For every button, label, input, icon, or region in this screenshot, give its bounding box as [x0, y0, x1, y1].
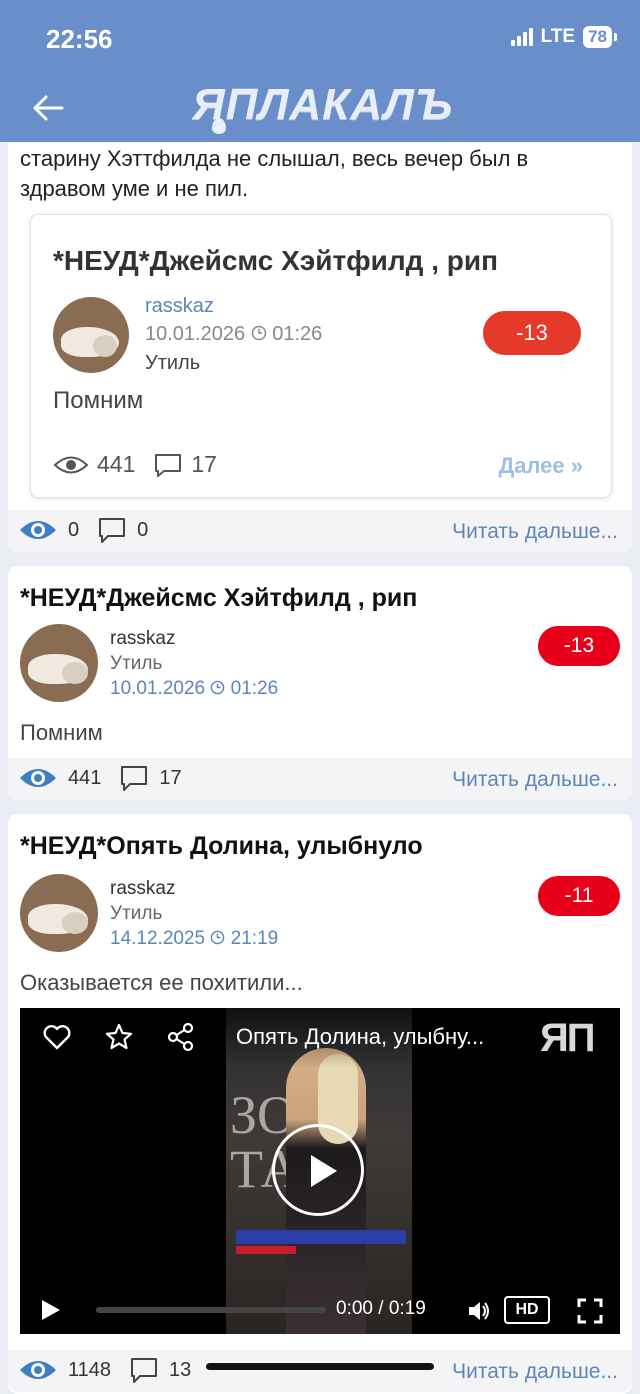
- comment-card: старину Хэттфилда не слышал, весь вечер …: [8, 142, 632, 552]
- network-label: LTE: [540, 26, 576, 47]
- post-date: 14.12.2025 21:19: [110, 928, 279, 949]
- post-title[interactable]: *НЕУД*Опять Долина, улыбнуло: [20, 832, 423, 861]
- avatar[interactable]: [20, 624, 98, 702]
- comment-icon[interactable]: [97, 516, 127, 544]
- post-category[interactable]: Утиль: [110, 653, 162, 675]
- app-header: 22:56 LTE 78 ЯПЛАКАЛЪ: [0, 0, 640, 142]
- views-count: 441: [68, 766, 102, 789]
- video-time: 0:00 / 0:19: [336, 1298, 426, 1319]
- post-category[interactable]: Утиль: [110, 903, 162, 925]
- avatar[interactable]: [20, 874, 98, 952]
- post-author[interactable]: rasskaz: [110, 878, 175, 900]
- quoted-post[interactable]: *НЕУД*Джейсмс Хэйтфилд , рип rasskaz 10.…: [30, 214, 612, 498]
- post-date: 10.01.2026 01:26: [110, 678, 279, 699]
- comments-count: 17: [191, 451, 217, 477]
- play-icon[interactable]: [42, 1300, 60, 1320]
- share-icon[interactable]: [166, 1022, 196, 1052]
- rating-badge: -11: [538, 876, 620, 916]
- post-card: *НЕУД*Опять Долина, улыбнуло rasskaz Ути…: [8, 814, 632, 1394]
- quote-stats: 441 17: [53, 451, 217, 478]
- play-button[interactable]: [272, 1124, 364, 1216]
- quote-date: 10.01.2026 01:26: [145, 323, 323, 345]
- video-controls: 0:00 / 0:19 HD: [20, 1288, 620, 1334]
- video-logo: ЯП: [540, 1016, 595, 1060]
- quote-more-link[interactable]: Далее »: [499, 453, 583, 479]
- post-author[interactable]: rasskaz: [110, 628, 175, 650]
- comments-count: 13: [169, 1358, 192, 1381]
- quote-author[interactable]: rasskaz: [145, 295, 214, 318]
- comments-count: 0: [137, 518, 149, 541]
- rating-badge: -13: [483, 311, 581, 355]
- comment-icon[interactable]: [119, 764, 149, 792]
- comment-icon[interactable]: [129, 1356, 159, 1384]
- status-time: 22:56: [46, 24, 113, 54]
- quote-category[interactable]: Утиль: [145, 352, 200, 375]
- views-count: 0: [68, 518, 80, 541]
- read-more-link[interactable]: Читать дальше...: [452, 1360, 618, 1384]
- fullscreen-icon[interactable]: [576, 1297, 604, 1325]
- post-stats-bar: 441 17 Читать дальше...: [8, 758, 632, 800]
- post-title[interactable]: *НЕУД*Джейсмс Хэйтфилд , рип: [20, 584, 417, 613]
- volume-icon[interactable]: [466, 1298, 492, 1324]
- post-body: Оказывается ее похитили...: [20, 970, 303, 995]
- hd-button[interactable]: HD: [504, 1296, 550, 1324]
- comment-icon: [155, 453, 182, 477]
- rating-badge: -13: [538, 626, 620, 666]
- eye-icon: [20, 769, 56, 787]
- quote-body: Помним: [53, 387, 144, 414]
- video-player[interactable]: ЗО ТА Опять Долина, улыбну... ЯП 0:00 / …: [20, 1008, 620, 1334]
- back-arrow-icon[interactable]: [28, 88, 68, 128]
- comment-text: старину Хэттфилда не слышал, весь вечер …: [20, 146, 529, 201]
- video-title: Опять Долина, улыбну...: [236, 1024, 485, 1049]
- read-more-link[interactable]: Читать дальше...: [452, 768, 618, 792]
- heart-icon[interactable]: [42, 1022, 72, 1052]
- views-count: 1148: [68, 1358, 112, 1381]
- status-indicators: LTE 78: [510, 26, 617, 48]
- clock-icon: [251, 325, 266, 341]
- comment-stats-bar: 0 0 Читать дальше...: [8, 510, 632, 552]
- comments-count: 17: [159, 766, 182, 789]
- site-logo[interactable]: ЯПЛАКАЛЪ: [188, 80, 458, 132]
- eye-icon: [20, 521, 56, 539]
- progress-bar[interactable]: [96, 1307, 326, 1313]
- post-card: *НЕУД*Джейсмс Хэйтфилд , рип rasskaz Ути…: [8, 566, 632, 800]
- read-more-link[interactable]: Читать дальше...: [452, 520, 618, 544]
- quote-title[interactable]: *НЕУД*Джейсмс Хэйтфилд , рип: [53, 245, 498, 277]
- home-indicator[interactable]: [206, 1363, 434, 1370]
- eye-icon: [53, 456, 89, 473]
- views-count: 441: [97, 451, 136, 477]
- battery-icon: 78: [583, 26, 617, 48]
- signal-icon: [510, 28, 533, 46]
- eye-icon: [20, 1361, 56, 1379]
- clock-icon: [211, 680, 225, 695]
- clock-icon: [211, 930, 225, 945]
- star-icon[interactable]: [104, 1022, 134, 1052]
- avatar[interactable]: [53, 297, 129, 373]
- post-body: Помним: [20, 720, 103, 745]
- logo-drop-icon: [212, 118, 226, 134]
